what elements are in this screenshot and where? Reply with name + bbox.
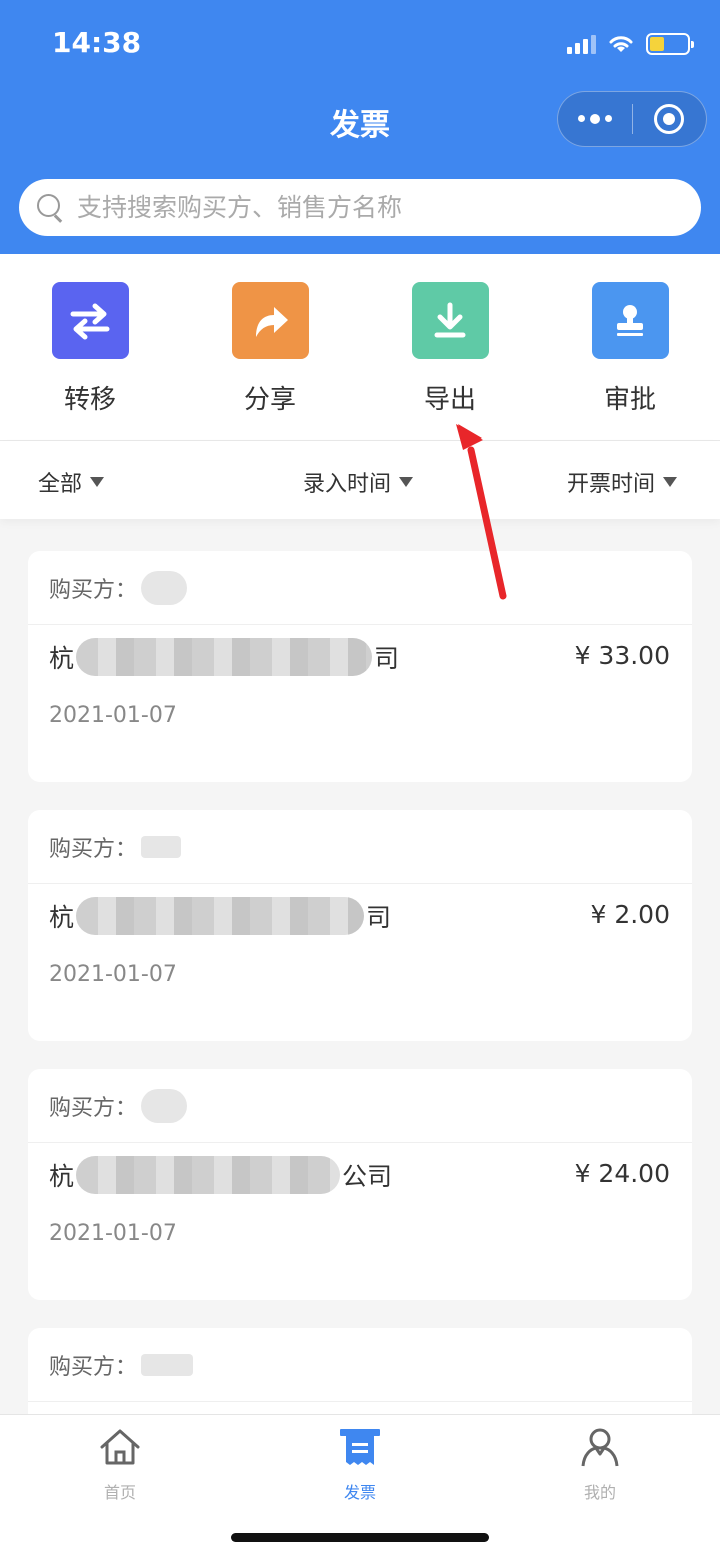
status-icons — [567, 30, 694, 58]
tab-home[interactable]: 首页 — [60, 1425, 180, 1503]
close-mini-program-button[interactable] — [633, 91, 707, 147]
invoice-card[interactable]: 购买方： 杭 司 ¥ 33.00 2021-01-07 — [28, 551, 692, 782]
tab-invoice-label: 发票 — [343, 1483, 376, 1502]
seller-row: 杭 公司 ¥ 24.00 — [28, 1143, 692, 1207]
buyer-label: 购买方： — [49, 1095, 138, 1121]
caret-down-icon — [90, 477, 105, 487]
download-icon — [411, 282, 489, 359]
redacted-buyer — [141, 1088, 188, 1123]
invoice-amount: ¥ 2.00 — [590, 900, 670, 929]
buyer-row: 购买方： — [28, 1069, 692, 1143]
buyer-row: 购买方： — [28, 551, 692, 625]
share-arrow-icon — [231, 282, 309, 359]
invoice-amount: ¥ 33.00 — [574, 641, 670, 670]
filter-entry-time-label: 录入时间 — [303, 472, 392, 497]
wifi-icon — [609, 36, 633, 52]
export-button[interactable]: 导出 — [390, 282, 510, 416]
seller-name-start: 杭 — [49, 644, 75, 673]
tab-mine[interactable]: 我的 — [540, 1425, 660, 1503]
signal-icon — [567, 34, 596, 54]
approve-label: 审批 — [603, 385, 656, 415]
more-button[interactable] — [558, 91, 632, 147]
tab-invoice[interactable]: 发票 — [300, 1425, 420, 1503]
redacted-seller — [76, 1156, 341, 1194]
swap-arrows-icon — [51, 282, 129, 359]
battery-icon — [646, 33, 694, 55]
seller-name-start: 杭 — [49, 1162, 75, 1191]
status-bar: 14:38 — [0, 0, 720, 84]
share-label: 分享 — [243, 385, 296, 415]
header: 14:38 发票 — [0, 0, 720, 254]
caret-down-icon — [399, 477, 414, 487]
action-bar: 转移 分享 导出 审批 — [0, 254, 720, 441]
invoice-card[interactable]: 购买方： 杭 公司 ¥ 24.00 2021-01-07 — [28, 1069, 692, 1300]
invoice-date: 2021-01-07 — [49, 703, 177, 728]
home-icon — [100, 1429, 140, 1465]
search-input[interactable] — [77, 193, 677, 222]
seller-name-end: 公司 — [342, 1162, 393, 1191]
share-button[interactable]: 分享 — [210, 282, 330, 416]
invoice-amount: ¥ 24.00 — [574, 1159, 670, 1188]
redacted-buyer — [141, 570, 188, 605]
home-indicator — [231, 1533, 489, 1542]
target-circle-icon — [654, 104, 685, 134]
invoice-card[interactable]: 购买方： 杭 司 ¥ 2.00 2021-01-07 — [28, 810, 692, 1041]
buyer-label: 购买方： — [49, 1354, 138, 1380]
seller-name-end: 司 — [366, 903, 392, 932]
invoice-icon — [340, 1429, 380, 1465]
tab-mine-label: 我的 — [583, 1483, 616, 1502]
tab-home-label: 首页 — [103, 1483, 136, 1502]
redacted-buyer — [141, 1353, 194, 1376]
more-dots-icon — [577, 113, 612, 124]
buyer-label: 购买方： — [49, 836, 138, 862]
seller-name-start: 杭 — [49, 903, 75, 932]
stamp-icon — [591, 282, 669, 359]
search-bar[interactable] — [19, 179, 701, 236]
redacted-seller — [76, 897, 365, 935]
transfer-button[interactable]: 转移 — [30, 282, 150, 416]
seller-name-end: 司 — [374, 644, 400, 673]
redacted-seller — [76, 638, 373, 676]
seller-row: 杭 司 ¥ 33.00 — [28, 625, 692, 689]
status-time: 14:38 — [52, 26, 142, 59]
filter-all-label: 全部 — [38, 472, 83, 497]
filter-bar: 全部 录入时间 开票时间 — [0, 441, 720, 519]
annotation-arrow — [456, 424, 507, 600]
approve-button[interactable]: 审批 — [570, 282, 690, 416]
buyer-row: 购买方： — [28, 1328, 692, 1402]
buyer-label: 购买方： — [49, 577, 138, 603]
transfer-label: 转移 — [63, 385, 116, 415]
filter-all[interactable]: 全部 — [38, 466, 105, 498]
user-icon — [581, 1428, 619, 1467]
seller-row: 杭 司 ¥ 2.00 — [28, 884, 692, 948]
filter-entry-time[interactable]: 录入时间 — [303, 466, 414, 498]
buyer-row: 购买方： — [28, 810, 692, 884]
filter-issue-time-label: 开票时间 — [567, 472, 656, 497]
redacted-buyer — [141, 835, 182, 858]
invoice-date: 2021-01-07 — [49, 1221, 177, 1246]
mini-program-capsule — [557, 91, 707, 147]
filter-issue-time[interactable]: 开票时间 — [567, 466, 678, 498]
invoice-date: 2021-01-07 — [49, 962, 177, 987]
caret-down-icon — [663, 477, 678, 487]
invoice-card[interactable]: 购买方： — [28, 1328, 692, 1428]
search-icon — [37, 193, 65, 222]
